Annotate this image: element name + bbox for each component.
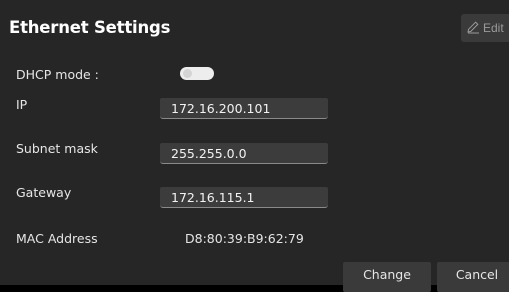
edit-button-label: Edit (483, 21, 504, 35)
dhcp-label: DHCP mode : (16, 67, 99, 82)
change-button[interactable]: Change (343, 262, 431, 292)
gateway-label: Gateway (16, 185, 72, 200)
toggle-knob (183, 69, 192, 78)
cancel-button[interactable]: Cancel (437, 262, 509, 292)
subnet-mask-field[interactable]: 255.255.0.0 (160, 143, 328, 164)
gateway-field[interactable]: 172.16.115.1 (160, 187, 328, 208)
ip-label: IP (16, 97, 28, 112)
mac-address-label: MAC Address (16, 231, 98, 246)
ethernet-settings-panel: Ethernet Settings Edit DHCP mode : IP 17… (0, 0, 509, 292)
mac-address-value: D8:80:39:B9:62:79 (185, 231, 304, 246)
edit-button[interactable]: Edit (461, 14, 509, 42)
subnet-mask-label: Subnet mask (16, 141, 98, 156)
ip-field[interactable]: 172.16.200.101 (160, 98, 328, 119)
dhcp-toggle[interactable] (180, 67, 214, 80)
pencil-icon (466, 20, 483, 37)
page-title: Ethernet Settings (9, 18, 171, 37)
